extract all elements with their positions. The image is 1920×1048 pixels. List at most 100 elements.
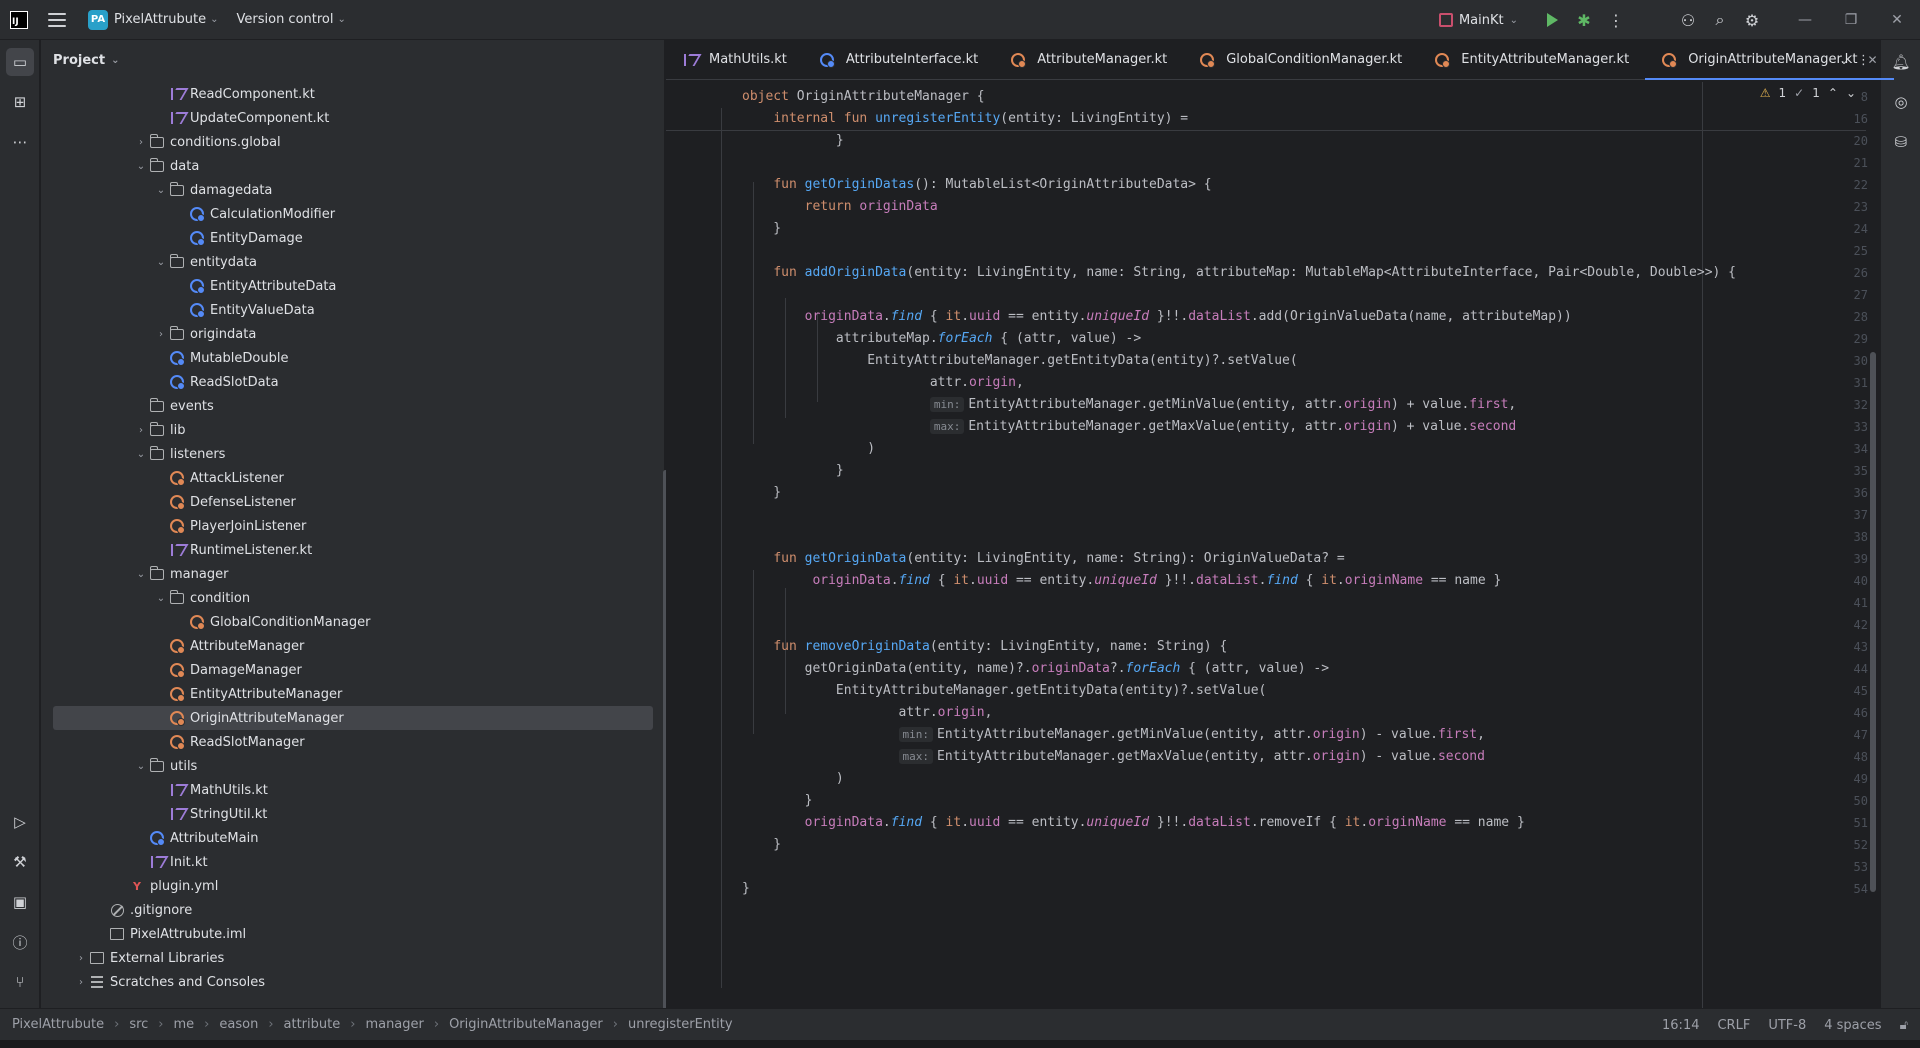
more-actions-button[interactable]: ⋮ [1600,4,1632,36]
chevron-right-icon[interactable]: › [153,329,169,340]
breadcrumb-item[interactable]: PixelAttrubute [12,1017,104,1032]
editor-tab[interactable]: EntityAttributeManager.kt [1418,40,1645,80]
tree-item[interactable]: EntityAttributeData [53,274,653,298]
tree-item[interactable]: › Scratches and Consoles [53,970,653,994]
problems-tool-button[interactable]: ⓘ [6,928,34,956]
chevron-down-icon[interactable]: ⌄ [153,257,169,268]
code-line[interactable]: } [742,482,781,504]
breadcrumb-item[interactable]: OriginAttributeManager [449,1017,603,1032]
indent-setting[interactable]: 4 spaces [1824,1018,1881,1033]
tree-folder[interactable]: ⌄ condition [53,586,653,610]
database-tool-button[interactable]: ⛁ [1887,128,1915,156]
code-line[interactable]: fun addOriginData(entity: LivingEntity, … [742,262,1736,284]
tabs-dropdown-icon[interactable]: ⌄ [1839,53,1849,67]
chevron-right-icon[interactable]: › [133,425,149,436]
ai-assistant-tool-button[interactable]: ◎ [1887,88,1915,116]
chevron-down-icon[interactable]: ⌄ [133,161,149,172]
terminal-tool-button[interactable]: ▣ [6,888,34,916]
tree-item[interactable]: Yplugin.yml [53,874,653,898]
tree-item[interactable]: PlayerJoinListener [53,514,653,538]
project-selector[interactable]: PixelAttrubute ⌄ [114,12,219,27]
tree-item[interactable]: › External Libraries [53,946,653,970]
code-line[interactable]: return originData [742,196,938,218]
editor-scrollbar[interactable] [1870,352,1876,892]
run-button[interactable] [1536,4,1568,36]
breadcrumb-item[interactable]: src [129,1017,148,1032]
chevron-right-icon[interactable]: › [133,137,149,148]
tree-item[interactable]: DamageManager [53,658,653,682]
tree-item[interactable]: AttributeManager [53,634,653,658]
tree-folder[interactable]: events [53,394,653,418]
tree-item[interactable]: MutableDouble [53,346,653,370]
code-line[interactable]: EntityAttributeManager.getEntityData(ent… [742,350,1297,372]
editor-tab[interactable]: GlobalConditionManager.kt [1183,40,1418,80]
breadcrumb-item[interactable]: manager [365,1017,423,1032]
code-line[interactable]: fun removeOriginData(entity: LivingEntit… [742,636,1227,658]
tree-item[interactable]: MathUtils.kt [53,778,653,802]
caret-position[interactable]: 16:14 [1662,1018,1699,1033]
tree-folder[interactable]: ⌄ manager [53,562,653,586]
code-line[interactable]: originData.find { it.uuid == entity.uniq… [742,306,1572,328]
project-panel-header[interactable]: Project ⌄ [41,40,664,80]
tree-folder[interactable]: ⌄ entitydata [53,250,653,274]
chevron-right-icon[interactable]: › [73,977,89,988]
run-config-selector[interactable]: MainKt ⌄ [1438,13,1518,28]
code-line[interactable]: } [742,878,750,900]
code-line[interactable]: getOriginData(entity, name)?.originData?… [742,658,1329,680]
tree-item[interactable]: ReadComponent.kt [53,82,653,106]
tree-item[interactable]: OriginAttributeManager [53,706,653,730]
code-line[interactable]: min: EntityAttributeManager.getMinValue(e… [742,724,1485,746]
code-line[interactable]: fun getOriginDatas(): MutableList<Origin… [742,174,1211,196]
code-line[interactable]: originData.find { it.uuid == entity.uniq… [742,812,1525,834]
code-line[interactable]: ) [742,438,875,460]
code-line[interactable]: originData.find { it.uuid == entity.uniq… [742,570,1501,592]
tree-item[interactable]: CalculationModifier [53,202,653,226]
tree-folder[interactable]: › origindata [53,322,653,346]
code-line[interactable]: internal fun unregisterEntity(entity: Li… [742,108,1188,130]
services-tool-button[interactable]: ▷ [6,808,34,836]
search-button[interactable]: ⌕ [1704,4,1736,36]
code-line[interactable]: attr.origin, [742,702,993,724]
chevron-down-icon[interactable]: ⌄ [133,449,149,460]
tree-folder[interactable]: › lib [53,418,653,442]
chevron-right-icon[interactable]: › [73,953,89,964]
project-tool-button[interactable]: ▭ [6,48,34,76]
tree-item[interactable]: ReadSlotData [53,370,653,394]
structure-tool-button[interactable]: ⊞ [6,88,34,116]
code-line[interactable]: } [742,218,781,240]
tree-item[interactable]: EntityValueData [53,298,653,322]
tree-item[interactable]: StringUtil.kt [53,802,653,826]
tree-item[interactable]: GlobalConditionManager [53,610,653,634]
more-tools-button[interactable]: ⋯ [6,128,34,156]
tree-item[interactable]: ReadSlotManager [53,730,653,754]
tree-item[interactable]: EntityDamage [53,226,653,250]
code-line[interactable]: } [742,460,844,482]
tree-folder[interactable]: ⌄ listeners [53,442,653,466]
code-line[interactable]: max: EntityAttributeManager.getMaxValue(e… [742,416,1516,438]
main-menu-icon[interactable] [48,12,66,27]
chevron-down-icon[interactable]: ⌄ [133,569,149,580]
tree-item[interactable]: EntityAttributeManager [53,682,653,706]
tree-folder[interactable]: ⌄ data [53,154,653,178]
code-line[interactable]: attributeMap.forEach { (attr, value) -> [742,328,1141,350]
build-tool-button[interactable]: ⚒ [6,848,34,876]
close-window-button[interactable]: ✕ [1874,0,1920,40]
code-line[interactable]: fun getOriginData(entity: LivingEntity, … [742,548,1344,570]
settings-button[interactable]: ⚙ [1736,4,1768,36]
breadcrumb-item[interactable]: me [174,1017,195,1032]
readonly-lock-icon[interactable]: 🔓︎ [1900,1018,1908,1033]
code-area[interactable]: ⚠ 1 ✓ 1 ⌃ ⌄ 8 object OriginAttributeManag… [666,82,1880,1008]
add-user-button[interactable]: ⚇ [1672,4,1704,36]
code-line[interactable]: EntityAttributeManager.getEntityData(ent… [742,680,1266,702]
tree-folder[interactable]: › conditions.global [53,130,653,154]
code-line[interactable]: } [742,790,813,812]
tree-item[interactable]: AttackListener [53,466,653,490]
chevron-down-icon[interactable]: ⌄ [153,185,169,196]
chevron-down-icon[interactable]: ⌄ [133,761,149,772]
editor-tab[interactable]: MathUtils.kt [666,40,803,80]
breadcrumb-item[interactable]: attribute [284,1017,341,1032]
code-line[interactable]: max: EntityAttributeManager.getMaxValue(e… [742,746,1485,768]
tree-item[interactable]: AttributeMain [53,826,653,850]
more-vertical-icon[interactable]: ⋮ [1857,53,1870,68]
tree-item[interactable]: DefenseListener [53,490,653,514]
